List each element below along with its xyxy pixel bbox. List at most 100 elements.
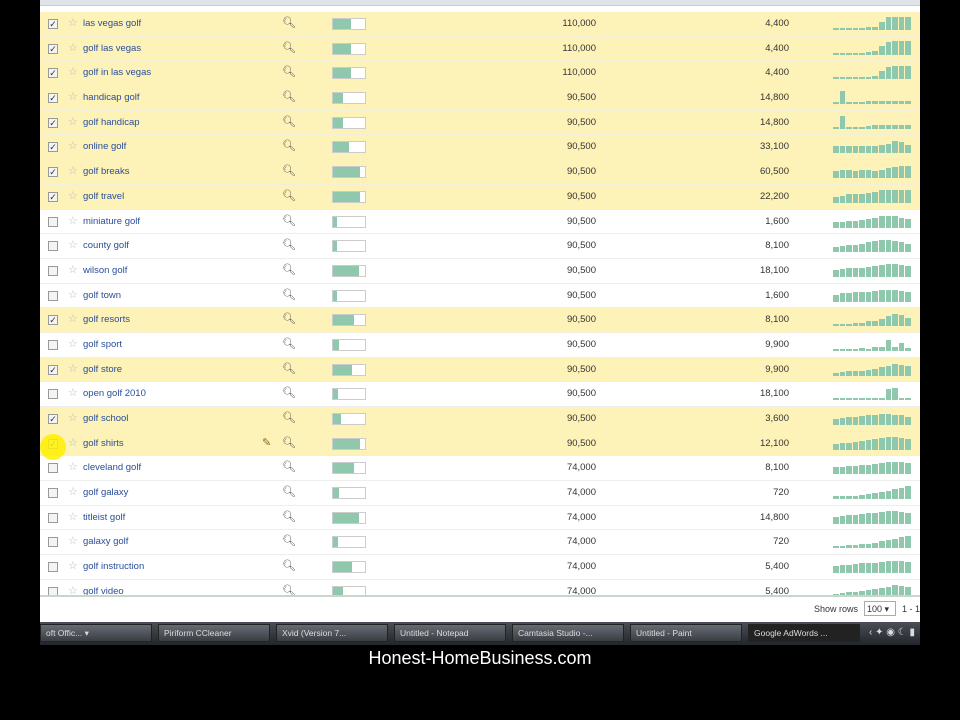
row-checkbox[interactable] <box>48 537 58 548</box>
star-icon[interactable]: ☆ <box>68 411 78 424</box>
keyword-link[interactable]: golf galaxy <box>83 487 128 498</box>
magnifier-icon[interactable]: 🔍︎ <box>282 436 296 449</box>
star-icon[interactable]: ☆ <box>68 559 78 572</box>
star-icon[interactable]: ☆ <box>68 337 78 350</box>
star-icon[interactable]: ☆ <box>68 90 78 103</box>
star-icon[interactable]: ☆ <box>68 263 78 276</box>
magnifier-icon[interactable]: 🔍︎ <box>282 386 296 399</box>
magnifier-icon[interactable]: 🔍︎ <box>282 337 296 350</box>
taskbar-item[interactable]: Camtasia Studio -... <box>512 624 624 642</box>
keyword-link[interactable]: las vegas golf <box>83 18 141 29</box>
star-icon[interactable]: ☆ <box>68 164 78 177</box>
magnifier-icon[interactable]: 🔍︎ <box>282 288 296 301</box>
magnifier-icon[interactable]: 🔍︎ <box>282 115 296 128</box>
taskbar-item[interactable]: Untitled - Notepad <box>394 624 506 642</box>
star-icon[interactable]: ☆ <box>68 460 78 473</box>
keyword-link[interactable]: golf handicap <box>83 117 140 128</box>
magnifier-icon[interactable]: 🔍︎ <box>282 411 296 424</box>
magnifier-icon[interactable]: 🔍︎ <box>282 214 296 227</box>
star-icon[interactable]: ☆ <box>68 534 78 547</box>
star-icon[interactable]: ☆ <box>68 288 78 301</box>
keyword-link[interactable]: county golf <box>83 240 129 251</box>
keyword-link[interactable]: golf instruction <box>83 561 144 572</box>
keyword-link[interactable]: titleist golf <box>83 512 125 523</box>
star-icon[interactable]: ☆ <box>68 139 78 152</box>
star-icon[interactable]: ☆ <box>68 362 78 375</box>
row-checkbox[interactable]: ✓ <box>48 364 58 375</box>
star-icon[interactable]: ☆ <box>68 386 78 399</box>
star-icon[interactable]: ☆ <box>68 214 78 227</box>
pencil-icon[interactable]: ✎ <box>262 436 271 449</box>
magnifier-icon[interactable]: 🔍︎ <box>282 164 296 177</box>
keyword-link[interactable]: cleveland golf <box>83 462 141 473</box>
row-checkbox[interactable]: ✓ <box>48 117 58 128</box>
keyword-link[interactable]: golf in las vegas <box>83 67 151 78</box>
row-checkbox[interactable]: ✓ <box>48 414 58 424</box>
taskbar-item[interactable]: oft Offic... ▾ <box>40 624 152 642</box>
magnifier-icon[interactable]: 🔍︎ <box>282 362 296 375</box>
row-checkbox[interactable] <box>48 241 58 252</box>
keyword-link[interactable]: golf resorts <box>83 314 130 325</box>
keyword-link[interactable]: golf las vegas <box>83 43 141 54</box>
keyword-link[interactable]: galaxy golf <box>83 536 128 547</box>
row-checkbox[interactable]: ✓ <box>48 43 58 54</box>
magnifier-icon[interactable]: 🔍︎ <box>282 41 296 54</box>
keyword-link[interactable]: golf breaks <box>83 166 129 177</box>
row-checkbox[interactable]: ✓ <box>48 93 58 104</box>
star-icon[interactable]: ☆ <box>68 238 78 251</box>
system-tray[interactable]: ‹ ✦ ◉ ☾ ▮ <box>866 624 918 645</box>
star-icon[interactable]: ☆ <box>68 115 78 128</box>
star-icon[interactable]: ☆ <box>68 312 78 325</box>
star-icon[interactable]: ☆ <box>68 485 78 498</box>
star-icon[interactable]: ☆ <box>68 65 78 78</box>
row-checkbox[interactable]: ✓ <box>48 191 58 202</box>
star-icon[interactable]: ☆ <box>68 16 78 29</box>
keyword-link[interactable]: wilson golf <box>83 265 127 276</box>
magnifier-icon[interactable]: 🔍︎ <box>282 139 296 152</box>
magnifier-icon[interactable]: 🔍︎ <box>282 534 296 547</box>
magnifier-icon[interactable]: 🔍︎ <box>282 16 296 29</box>
magnifier-icon[interactable]: 🔍︎ <box>282 460 296 473</box>
magnifier-icon[interactable]: 🔍︎ <box>282 65 296 78</box>
taskbar-item[interactable]: Google AdWords ... <box>748 624 860 642</box>
keyword-link[interactable]: golf shirts <box>83 438 124 449</box>
magnifier-icon[interactable]: 🔍︎ <box>282 312 296 325</box>
magnifier-icon[interactable]: 🔍︎ <box>282 485 296 498</box>
row-checkbox[interactable]: ✓ <box>48 142 58 153</box>
row-checkbox[interactable] <box>48 463 58 474</box>
row-checkbox[interactable] <box>48 339 58 350</box>
magnifier-icon[interactable]: 🔍︎ <box>282 559 296 572</box>
taskbar-item[interactable]: Untitled - Paint <box>630 624 742 642</box>
star-icon[interactable]: ☆ <box>68 189 78 202</box>
row-checkbox[interactable]: ✓ <box>48 19 58 29</box>
row-checkbox[interactable] <box>48 512 58 523</box>
keyword-link[interactable]: golf travel <box>83 191 124 202</box>
magnifier-icon[interactable]: 🔍︎ <box>282 189 296 202</box>
keyword-link[interactable]: miniature golf <box>83 216 140 227</box>
row-checkbox[interactable] <box>48 216 58 227</box>
keyword-link[interactable]: golf school <box>83 413 128 424</box>
keyword-link[interactable]: online golf <box>83 141 126 152</box>
row-checkbox[interactable] <box>48 265 58 276</box>
row-checkbox[interactable]: ✓ <box>48 167 58 178</box>
row-checkbox[interactable]: ✓ <box>48 315 58 326</box>
row-checkbox[interactable] <box>48 389 58 400</box>
row-checkbox[interactable] <box>48 488 58 499</box>
taskbar-item[interactable]: Piriform CCleaner <box>158 624 270 642</box>
keyword-link[interactable]: golf store <box>83 364 122 375</box>
keyword-link[interactable]: handicap golf <box>83 92 140 103</box>
keyword-link[interactable]: golf sport <box>83 339 122 350</box>
row-checkbox[interactable]: ✓ <box>48 68 58 79</box>
magnifier-icon[interactable]: 🔍︎ <box>282 90 296 103</box>
row-checkbox[interactable] <box>48 562 58 573</box>
star-icon[interactable]: ☆ <box>68 510 78 523</box>
magnifier-icon[interactable]: 🔍︎ <box>282 238 296 251</box>
star-icon[interactable]: ☆ <box>68 41 78 54</box>
keyword-link[interactable]: open golf 2010 <box>83 388 146 399</box>
magnifier-icon[interactable]: 🔍︎ <box>282 510 296 523</box>
magnifier-icon[interactable]: 🔍︎ <box>282 263 296 276</box>
rows-per-page-select[interactable]: 100 ▾ <box>864 601 896 616</box>
keyword-link[interactable]: golf town <box>83 290 121 301</box>
row-checkbox[interactable] <box>48 290 58 301</box>
star-icon[interactable]: ☆ <box>68 436 78 449</box>
